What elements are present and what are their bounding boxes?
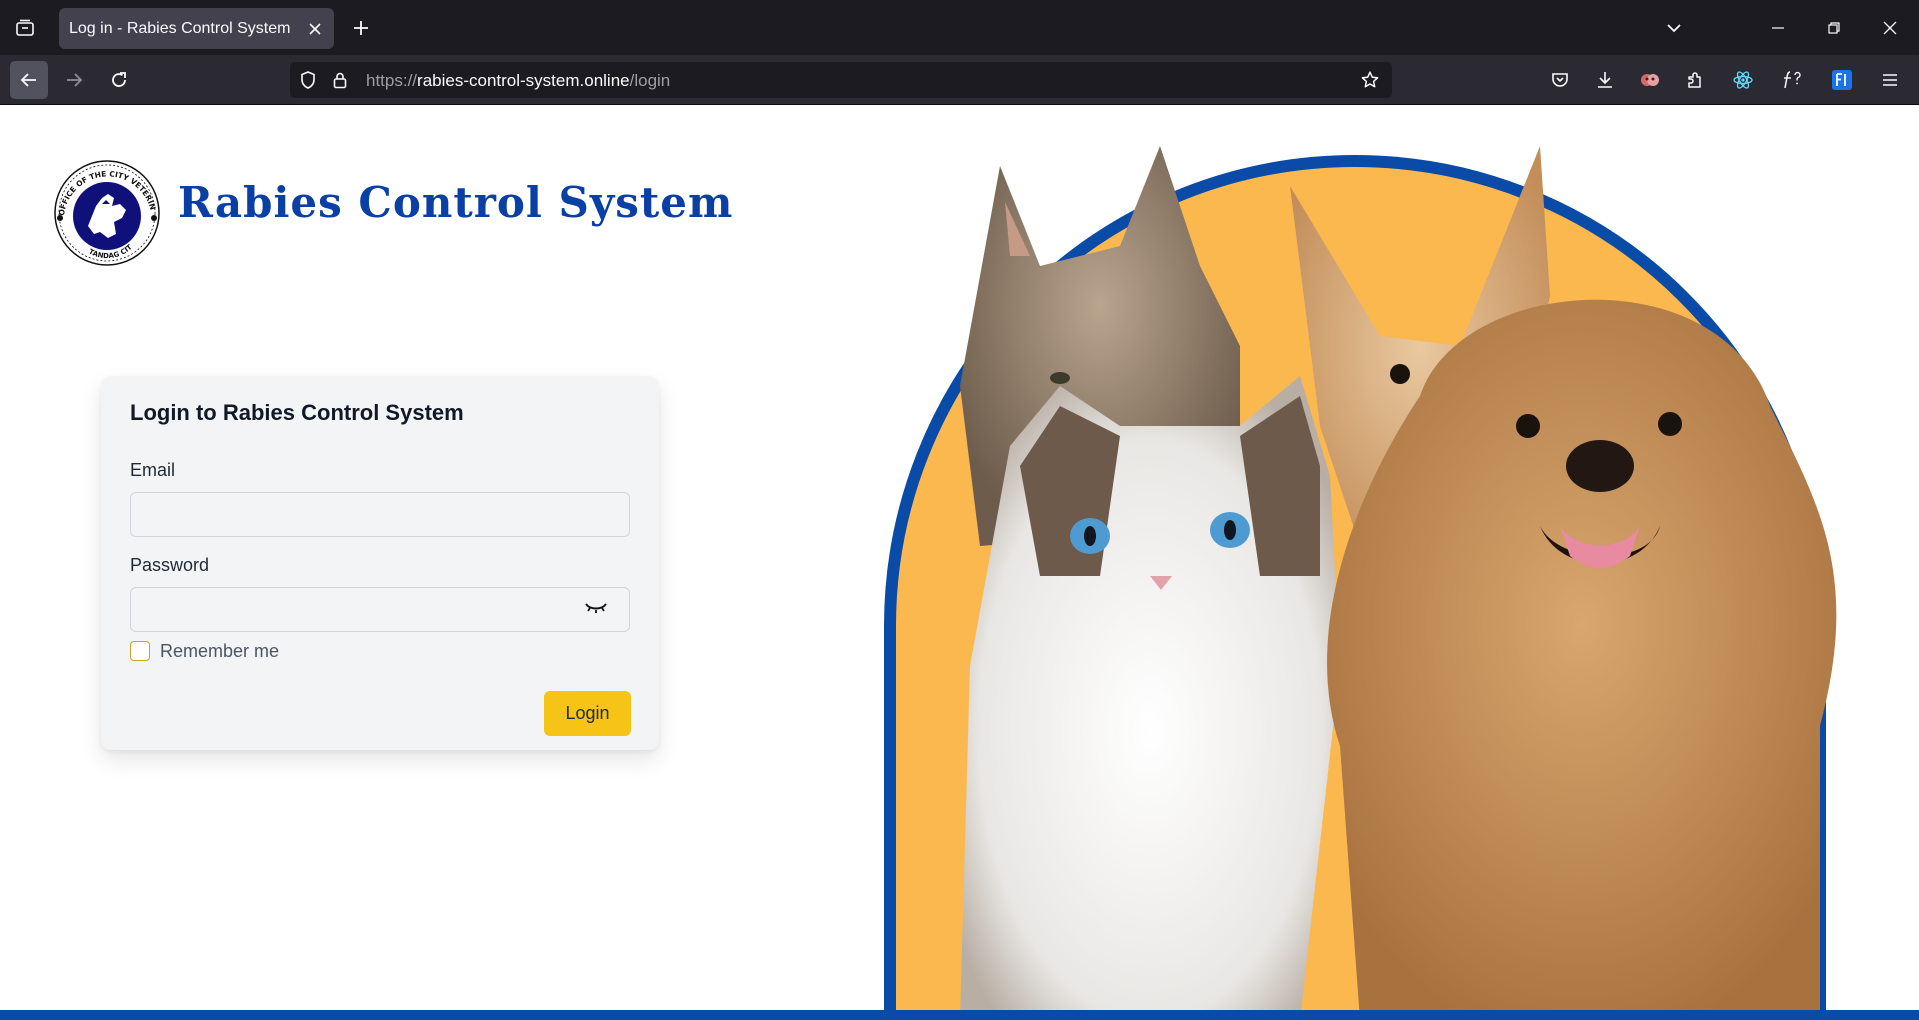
email-label: Email — [130, 460, 176, 480]
tab-strip: Log in - Rabies Control System — [0, 0, 1919, 55]
bottom-accent-bar — [0, 1010, 1919, 1020]
font-finder-icon[interactable] — [1779, 66, 1807, 94]
remember-me-checkbox[interactable] — [130, 641, 150, 661]
url-path: /login — [629, 71, 671, 90]
pocket-icon[interactable] — [1546, 66, 1574, 94]
lock-icon[interactable] — [330, 70, 350, 95]
url-prefix: https:// — [366, 71, 418, 90]
remember-me-label[interactable]: Remember me — [160, 641, 279, 662]
star-icon[interactable] — [1360, 70, 1380, 95]
tab-active[interactable]: Log in - Rabies Control System — [59, 8, 334, 49]
fi-extension-icon[interactable] — [1828, 66, 1856, 94]
login-form-card: Login to Rabies Control System Email Pas… — [101, 376, 659, 750]
forward-button[interactable] — [55, 61, 93, 99]
url-text[interactable]: https://rabies-control-system.online/log… — [366, 71, 670, 91]
page-viewport: OFFICE OF THE CITY VETERINARIAN TANDAG C… — [0, 106, 1919, 1020]
forward-arrow-icon — [67, 73, 83, 87]
puzzle-icon[interactable] — [1681, 66, 1709, 94]
download-icon[interactable] — [1591, 66, 1619, 94]
reload-icon — [112, 72, 126, 87]
password-field[interactable] — [130, 587, 630, 632]
city-veterinarian-seal-logo: OFFICE OF THE CITY VETERINARIAN TANDAG C… — [52, 158, 160, 266]
brand-title: Rabies Control System — [178, 178, 734, 227]
restore-icon[interactable] — [1820, 14, 1848, 42]
hamburger-icon[interactable] — [1876, 66, 1904, 94]
login-button[interactable]: Login — [544, 691, 631, 736]
navigation-toolbar: https://rabies-control-system.online/log… — [0, 55, 1919, 105]
reload-button[interactable] — [100, 61, 138, 99]
back-button[interactable] — [10, 61, 48, 99]
chevron-down-icon[interactable] — [1660, 14, 1688, 42]
url-host: rabies-control-system.online — [417, 71, 630, 90]
react-devtools-icon[interactable] — [1729, 66, 1757, 94]
tab-list-icon[interactable] — [12, 15, 38, 41]
close-icon[interactable] — [302, 16, 328, 42]
back-arrow-icon — [20, 73, 36, 87]
shield-icon[interactable] — [298, 70, 318, 95]
minimize-icon[interactable] — [1764, 14, 1792, 42]
email-field[interactable] — [130, 492, 630, 537]
eye-closed-icon[interactable] — [581, 593, 611, 623]
hero-pets-image — [884, 146, 1837, 1020]
tab-title: Log in - Rabies Control System — [69, 19, 291, 37]
login-heading: Login to Rabies Control System — [130, 400, 464, 425]
plus-icon[interactable] — [348, 15, 374, 41]
password-label: Password — [130, 555, 210, 575]
extension-avatar-icon[interactable] — [1636, 66, 1664, 94]
address-bar[interactable]: https://rabies-control-system.online/log… — [290, 62, 1392, 98]
close-window-icon[interactable] — [1876, 14, 1904, 42]
